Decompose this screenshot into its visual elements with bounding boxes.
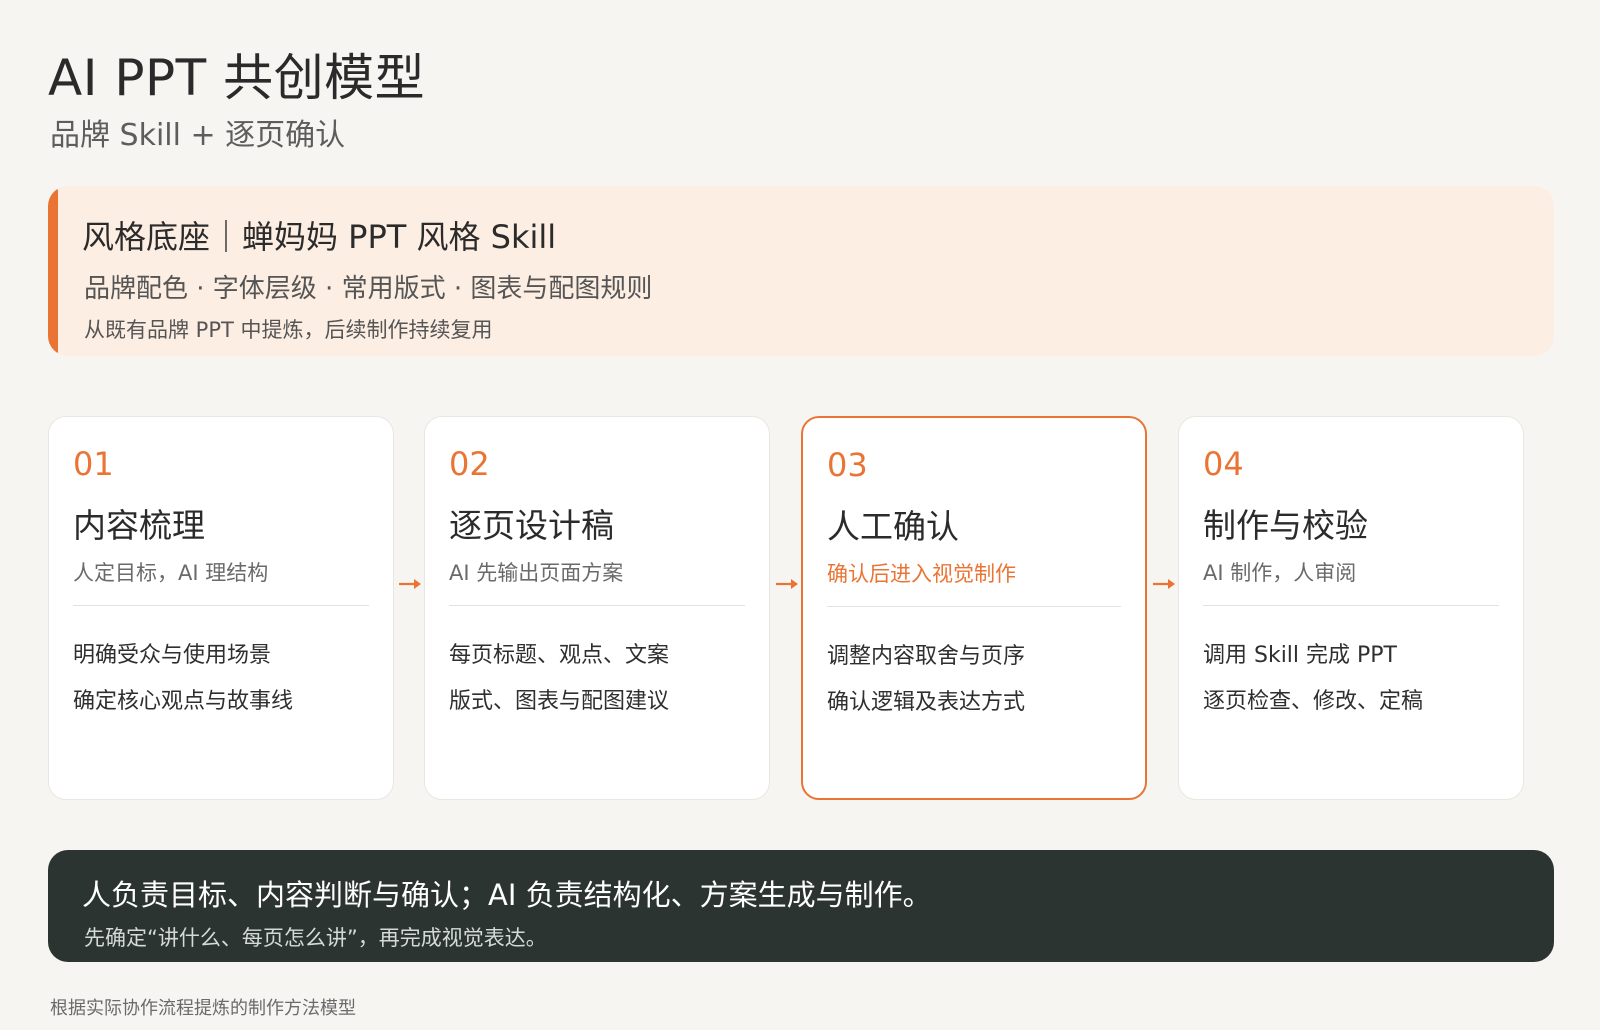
- step-number: 03: [827, 446, 868, 484]
- step-card-4: 04 制作与校验 AI 制作，人审阅 调用 Skill 完成 PPT 逐页检查、…: [1178, 416, 1524, 800]
- banner-note: 从既有品牌 PPT 中提炼，后续制作持续复用: [84, 318, 493, 342]
- step-bullet: 明确受众与使用场景: [73, 643, 272, 668]
- style-foundation-banner: 风格底座｜蝉妈妈 PPT 风格 Skill 品牌配色 · 字体层级 · 常用版式…: [48, 186, 1554, 356]
- step-subtitle: AI 先输出页面方案: [449, 561, 624, 585]
- step-title: 逐页设计稿: [449, 506, 614, 545]
- step-subtitle: 确认后进入视觉制作: [827, 562, 1016, 586]
- banner-accent-bar: [48, 186, 58, 356]
- summary-main-text: 人负责目标、内容判断与确认；AI 负责结构化、方案生成与制作。: [82, 878, 932, 912]
- page-title: AI PPT 共创模型: [48, 49, 426, 107]
- footnote: 根据实际协作流程提炼的制作方法模型: [50, 998, 356, 1019]
- step-bullet: 逐页检查、修改、定稿: [1203, 689, 1424, 714]
- step-divider: [73, 605, 369, 606]
- step-subtitle: AI 制作，人审阅: [1203, 561, 1357, 585]
- arrow-right-icon: [399, 579, 421, 589]
- arrow-right-icon: [776, 579, 798, 589]
- banner-features: 品牌配色 · 字体层级 · 常用版式 · 图表与配图规则: [84, 274, 653, 304]
- step-bullet: 确定核心观点与故事线: [73, 689, 294, 714]
- step-divider: [1203, 605, 1499, 606]
- step-card-1: 01 内容梳理 人定目标，AI 理结构 明确受众与使用场景 确定核心观点与故事线: [48, 416, 394, 800]
- process-steps: 01 内容梳理 人定目标，AI 理结构 明确受众与使用场景 确定核心观点与故事线…: [48, 416, 1554, 802]
- step-number: 02: [449, 445, 490, 483]
- step-bullet: 调用 Skill 完成 PPT: [1203, 643, 1397, 668]
- step-divider: [449, 605, 745, 606]
- step-bullet: 确认逻辑及表达方式: [827, 690, 1026, 715]
- summary-banner: 人负责目标、内容判断与确认；AI 负责结构化、方案生成与制作。 先确定“讲什么、…: [48, 850, 1554, 962]
- step-bullet: 每页标题、观点、文案: [449, 643, 670, 668]
- summary-sub-text: 先确定“讲什么、每页怎么讲”，再完成视觉表达。: [84, 926, 547, 950]
- step-subtitle: 人定目标，AI 理结构: [73, 561, 269, 585]
- step-bullet: 调整内容取舍与页序: [827, 644, 1026, 669]
- step-title: 制作与校验: [1203, 506, 1368, 545]
- page-subtitle: 品牌 Skill + 逐页确认: [50, 118, 346, 153]
- step-title: 人工确认: [827, 507, 959, 546]
- step-card-2: 02 逐页设计稿 AI 先输出页面方案 每页标题、观点、文案 版式、图表与配图建…: [424, 416, 770, 800]
- banner-title: 风格底座｜蝉妈妈 PPT 风格 Skill: [82, 218, 557, 256]
- step-divider: [827, 606, 1121, 607]
- arrow-right-icon: [1153, 579, 1175, 589]
- step-number: 01: [73, 445, 114, 483]
- step-card-3: 03 人工确认 确认后进入视觉制作 调整内容取舍与页序 确认逻辑及表达方式: [801, 416, 1147, 800]
- step-bullet: 版式、图表与配图建议: [449, 689, 670, 714]
- step-title: 内容梳理: [73, 506, 205, 545]
- step-number: 04: [1203, 445, 1244, 483]
